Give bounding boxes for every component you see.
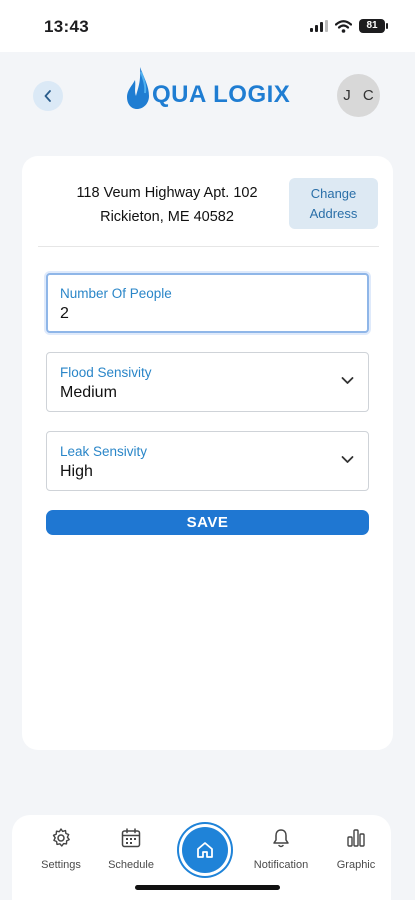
status-time: 13:43 (44, 17, 89, 36)
number-of-people-field[interactable]: Number Of People 2 (46, 273, 369, 333)
water-drop-logo-icon (127, 67, 149, 109)
address-block: 118 Veum Highway Apt. 102 Rickieton, ME … (62, 181, 272, 229)
back-button[interactable] (33, 81, 63, 111)
nav-schedule[interactable]: Schedule (96, 827, 166, 871)
bell-icon (273, 829, 289, 848)
status-bar: 13:43 81 (0, 0, 415, 52)
address-line-1: 118 Veum Highway Apt. 102 (76, 185, 258, 201)
gear-icon (52, 828, 70, 847)
cellular-signal-icon (310, 20, 328, 32)
chevron-down-icon (341, 377, 354, 384)
address-line-2: Rickieton, ME 40582 (100, 209, 234, 225)
save-button[interactable]: SAVE (46, 510, 369, 535)
nav-notification[interactable]: Notification (246, 827, 316, 871)
logo-text: QUA LOGIX (152, 81, 291, 108)
number-of-people-label: Number Of People (60, 286, 172, 301)
settings-card: 118 Veum Highway Apt. 102 Rickieton, ME … (22, 156, 393, 750)
nav-settings-label: Settings (41, 859, 81, 871)
nav-home-button[interactable] (182, 827, 228, 873)
wifi-icon (335, 19, 352, 33)
nav-graphic[interactable]: Graphic (321, 827, 391, 871)
chevron-left-icon (44, 90, 51, 102)
nav-schedule-label: Schedule (108, 859, 154, 871)
flood-sensitivity-label: Flood Sensivity (60, 365, 152, 380)
nav-notification-label: Notification (253, 859, 309, 871)
number-of-people-value: 2 (60, 305, 69, 322)
user-avatar[interactable]: J C (337, 74, 380, 117)
app-logo: QUA LOGIX (126, 66, 290, 110)
flood-sensitivity-select[interactable]: Flood Sensivity Medium (46, 352, 369, 412)
home-indicator (135, 885, 280, 890)
nav-graphic-label: Graphic (336, 859, 376, 871)
change-address-label-1: Change (310, 185, 357, 201)
calendar-icon (121, 828, 141, 848)
flood-sensitivity-value: Medium (60, 384, 117, 401)
change-address-label-2: Address (309, 205, 358, 221)
nav-settings[interactable]: Settings (26, 827, 96, 871)
bar-chart-icon (347, 829, 365, 847)
leak-sensitivity-select[interactable]: Leak Sensivity High (46, 431, 369, 491)
leak-sensitivity-value: High (60, 463, 93, 480)
chevron-down-icon (341, 456, 354, 463)
battery-indicator: 81 (359, 19, 388, 33)
change-address-button[interactable]: Change Address (289, 178, 378, 229)
home-icon (197, 842, 213, 858)
status-icons: 81 (310, 19, 388, 33)
leak-sensitivity-label: Leak Sensivity (60, 444, 148, 459)
divider (38, 246, 379, 247)
